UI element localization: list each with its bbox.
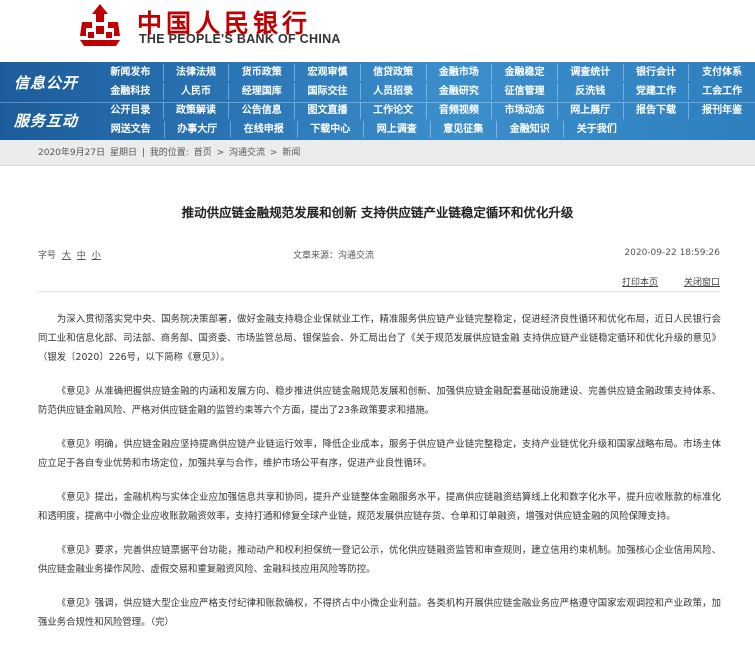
nav-label-service: 服务互动: [13, 112, 78, 130]
nav-item-monetary-policy[interactable]: 货币政策: [229, 64, 296, 81]
breadcrumb-subsection-link[interactable]: 新闻: [282, 148, 300, 158]
nav-item-yearbooks[interactable]: 报刊年鉴: [689, 102, 755, 119]
nav-item-download-center[interactable]: 下载中心: [298, 121, 364, 138]
current-date: 2020年9月27日: [38, 148, 106, 158]
nav-item-policy-interpretation[interactable]: 政策解读: [164, 102, 230, 119]
nav-item-accounting[interactable]: 银行会计: [624, 64, 690, 81]
breadcrumb-home-link[interactable]: 首页: [194, 148, 212, 158]
nav-item-announcements[interactable]: 公告信息: [229, 102, 296, 119]
nav-label-info: 信息公开: [13, 74, 78, 92]
nav-item-feedback[interactable]: 意见征集: [431, 121, 497, 138]
article-paragraph: 《意见》明确，供应链金融应坚持提高供应链产业链运行效率，降低企业成本，服务于供应…: [38, 439, 721, 469]
nav-row-2: 金融科技 人民币 经理国库 国际交往 人员招录 金融研究 征信管理 反洗钱 党建…: [98, 83, 755, 102]
article-meta: 字号 大 中 小 文章来源：沟通交流 2020-09-22 18:59:26: [38, 248, 720, 262]
article-actions: 打印本页 关闭窗口: [38, 275, 720, 289]
font-size-small-button[interactable]: 小: [92, 251, 101, 261]
nav-item-credit-policy[interactable]: 信贷政策: [361, 64, 427, 81]
font-size-label: 字号: [38, 251, 57, 261]
nav-item-financial-market[interactable]: 金融市场: [427, 64, 493, 81]
nav-item-payment-system[interactable]: 支付体系: [689, 64, 755, 81]
font-size-medium-button[interactable]: 中: [77, 251, 86, 261]
nav-item-catalog[interactable]: 公开目录: [98, 102, 164, 119]
nav-item-market-news[interactable]: 市场动态: [492, 102, 558, 119]
nav-block-service: 服务互动 公开目录 政策解读 公告信息 图文直播 工作论文 音频视频 市场动态 …: [0, 102, 755, 140]
nav-item-report-download[interactable]: 报告下载: [624, 102, 690, 119]
pboc-emblem-icon[interactable]: [76, 2, 124, 48]
close-window-link[interactable]: 关闭窗口: [684, 275, 720, 288]
nav-item-credit-reference[interactable]: 征信管理: [492, 83, 558, 100]
breadcrumb-separator: >: [216, 148, 225, 158]
nav-row-4: 网送文告 办事大厅 在线申报 下载中心 网上调查 意见征集 金融知识 关于我们: [98, 121, 755, 140]
article-body: 为深入贯彻落实党中央、国务院决策部署，做好金融支持稳企业保就业工作，精准服务供应…: [38, 310, 721, 647]
article-paragraph: 为深入贯彻落实党中央、国务院决策部署，做好金融支持稳企业保就业工作，精准服务供应…: [38, 314, 721, 363]
nav-item-recruitment[interactable]: 人员招录: [361, 83, 427, 100]
nav-item-union[interactable]: 工会工作: [689, 83, 755, 100]
nav-item-service-hall[interactable]: 办事大厅: [165, 121, 231, 138]
nav-row-3: 公开目录 政策解读 公告信息 图文直播 工作论文 音频视频 市场动态 网上展厅 …: [98, 102, 755, 121]
breadcrumb-separator: |: [141, 148, 145, 158]
breadcrumb-section-link[interactable]: 沟通交流: [229, 148, 265, 158]
nav-item-documents[interactable]: 网送文告: [98, 121, 165, 138]
site-logo-english[interactable]: THE PEOPLE'S BANK OF CHINA: [139, 32, 341, 46]
nav-item-audio-video[interactable]: 音频视频: [427, 102, 493, 119]
nav-item-live[interactable]: 图文直播: [295, 102, 361, 119]
divider: [38, 291, 720, 292]
nav-item-online-survey[interactable]: 网上调查: [364, 121, 431, 138]
nav-item-laws[interactable]: 法律法规: [164, 64, 230, 81]
article-paragraph: 《意见》提出，金融机构与实体企业应加强信息共享和协同，提升产业链整体金融服务水平…: [38, 492, 721, 522]
nav-row-1: 新闻发布 法律法规 货币政策 宏观审慎 信贷政策 金融市场 金融稳定 调查统计 …: [98, 64, 755, 83]
site-header: 中国人民银行 THE PEOPLE'S BANK OF CHINA: [0, 0, 755, 62]
print-page-link[interactable]: 打印本页: [622, 275, 658, 288]
nav-item-financial-stability[interactable]: 金融稳定: [492, 64, 558, 81]
nav-item-statistics[interactable]: 调查统计: [558, 64, 624, 81]
article-source: 文章来源：沟通交流: [293, 251, 375, 261]
nav-item-macro-prudential[interactable]: 宏观审慎: [295, 64, 361, 81]
article-paragraph: 《意见》从准确把握供应链金融的内涵和发展方向、稳步推进供应链金融规范发展和创新、…: [38, 386, 721, 416]
nav-item-research[interactable]: 金融研究: [427, 83, 493, 100]
nav-item-party-building[interactable]: 党建工作: [624, 83, 690, 100]
nav-item-news[interactable]: 新闻发布: [98, 64, 164, 81]
location-label: 我的位置:: [149, 148, 189, 158]
article-paragraph: 《意见》要求，完善供应链票据平台功能，推动动产和权利担保统一登记公示，优化供应链…: [38, 545, 721, 575]
nav-item-treasury[interactable]: 经理国库: [229, 83, 296, 100]
nav-item-online-filing[interactable]: 在线申报: [231, 121, 298, 138]
nav-item-fintech[interactable]: 金融科技: [98, 83, 164, 100]
breadcrumb-separator: >: [269, 148, 278, 158]
breadcrumb: 2020年9月27日 星期日 | 我的位置: 首页 > 沟通交流 > 新闻: [0, 140, 755, 166]
font-size-large-button[interactable]: 大: [62, 251, 71, 261]
article-paragraph: 《意见》强调，供应链大型企业应严格支付纪律和账款确权，不得挤占中小微企业利益。各…: [38, 598, 721, 628]
nav-item-about-us[interactable]: 关于我们: [564, 121, 631, 138]
nav-block-info: 信息公开 新闻发布 法律法规 货币政策 宏观审慎 信贷政策 金融市场 金融稳定 …: [0, 64, 755, 102]
nav-item-financial-knowledge[interactable]: 金融知识: [497, 121, 564, 138]
nav-item-anti-money-laundering[interactable]: 反洗钱: [558, 83, 624, 100]
font-size-control: 字号 大 中 小: [38, 248, 101, 261]
article-date: 2020-09-22 18:59:26: [624, 248, 720, 258]
nav-item-international[interactable]: 国际交往: [295, 83, 361, 100]
nav-item-online-exhibition[interactable]: 网上展厅: [558, 102, 624, 119]
article-title: 推动供应链金融规范发展和创新 支持供应链产业链稳定循环和优化升级: [181, 205, 574, 220]
current-weekday: 星期日: [109, 148, 137, 158]
nav-item-rmb[interactable]: 人民币: [164, 83, 230, 100]
main-navigation: 信息公开 新闻发布 法律法规 货币政策 宏观审慎 信贷政策 金融市场 金融稳定 …: [0, 62, 755, 140]
nav-item-working-papers[interactable]: 工作论文: [361, 102, 427, 119]
